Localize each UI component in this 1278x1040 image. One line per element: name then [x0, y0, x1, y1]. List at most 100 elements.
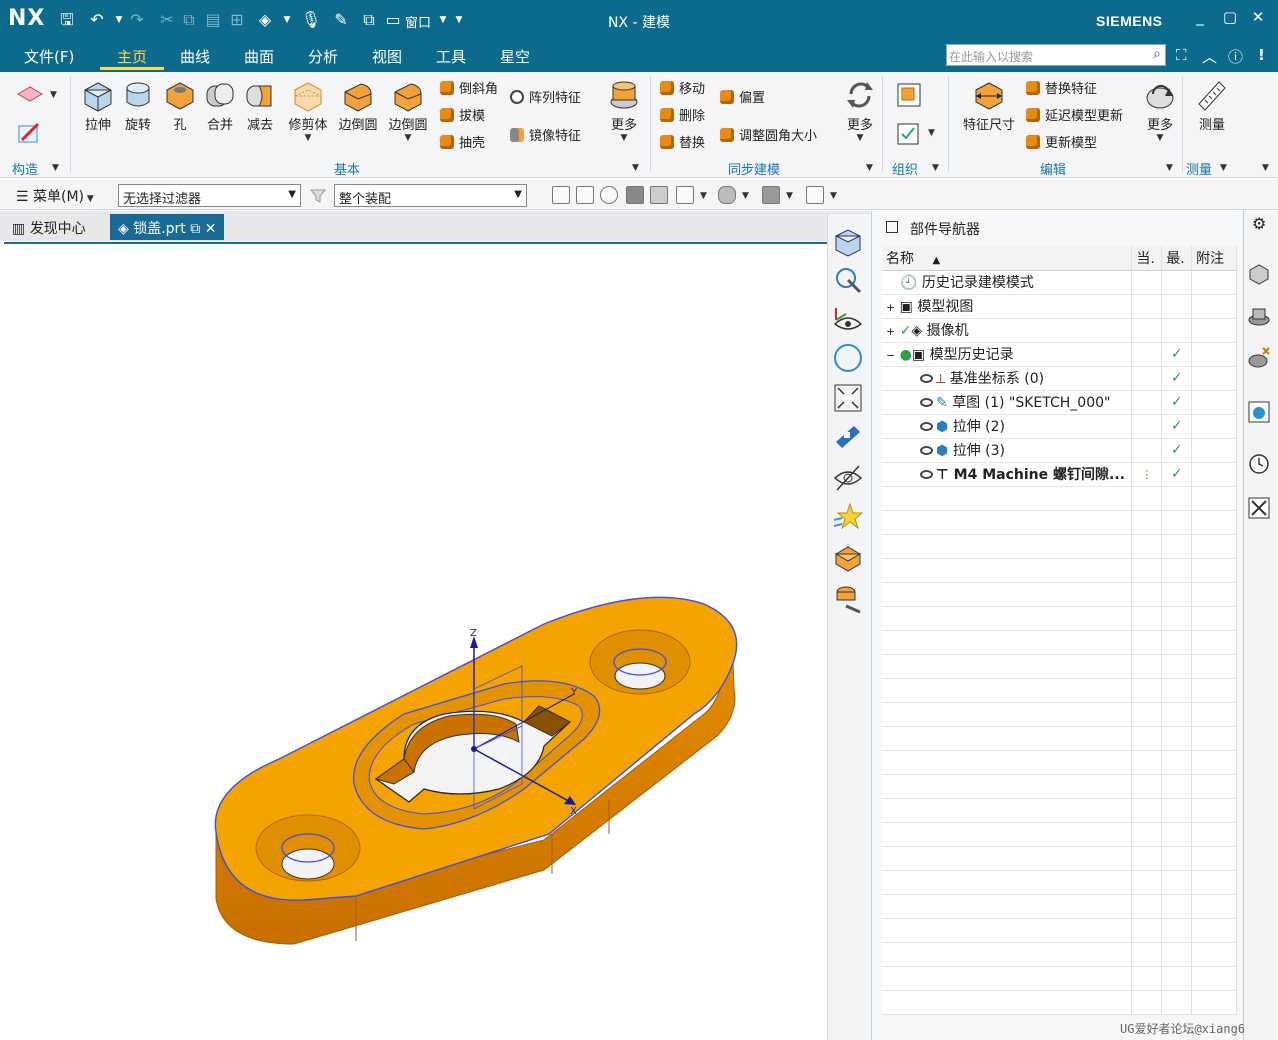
- tree-row-datum-csys[interactable]: ⟂ 基准坐标系 (0) ✓: [882, 366, 1237, 391]
- visibility-eye-icon[interactable]: [920, 470, 933, 479]
- render-style-icon[interactable]: [762, 186, 780, 204]
- graphics-window[interactable]: Z Y X: [4, 242, 827, 1040]
- sync-more-button[interactable]: 更多 ▼: [840, 78, 880, 143]
- tab-view[interactable]: 视图: [368, 46, 406, 70]
- menu-button[interactable]: ☰ 菜单(M) ▼: [16, 186, 94, 206]
- tree-row-cameras[interactable]: + ✓◈ 摄像机: [882, 318, 1237, 343]
- tab-close-icon[interactable]: ✕: [200, 221, 217, 237]
- edit-group-dropdown-icon[interactable]: ▼: [1166, 163, 1173, 173]
- edit-more-dropdown-icon[interactable]: ▼: [1140, 133, 1180, 143]
- tree-row-screw-hole[interactable]: ⊤ M4 Machine 螺钉间隙... ⋮ ✓: [882, 462, 1237, 487]
- column-notes[interactable]: 附注: [1191, 246, 1237, 271]
- command-search-input[interactable]: 在此输入以搜索 ⌕: [946, 44, 1166, 66]
- feature-dimension-button[interactable]: 特征尺寸: [956, 78, 1022, 133]
- trim-body-button[interactable]: 修剪体 ▼: [286, 78, 330, 143]
- sync-group-dropdown-icon[interactable]: ▼: [866, 163, 873, 173]
- minimize-icon[interactable]: _: [1190, 8, 1210, 26]
- edit-more-button[interactable]: 更多 ▼: [1140, 78, 1180, 143]
- delay-update-button[interactable]: 延迟模型更新: [1026, 105, 1123, 124]
- measure-button[interactable]: 测量: [1192, 78, 1232, 133]
- update-model-button[interactable]: 更新模型: [1026, 132, 1097, 151]
- expand-icon[interactable]: +: [886, 325, 895, 338]
- show-hide-icon[interactable]: [806, 186, 824, 204]
- select-between-icon[interactable]: [576, 186, 594, 204]
- column-latest[interactable]: 最.: [1161, 246, 1193, 271]
- navigator-pin-checkbox[interactable]: [886, 221, 898, 233]
- part-navigator-icon[interactable]: [1247, 262, 1271, 286]
- tree-row-extrude-2[interactable]: ⬢ 拉伸 (2) ✓: [882, 414, 1237, 439]
- assembly-icon[interactable]: [832, 542, 864, 574]
- feature-group-dropdown-icon[interactable]: ▼: [928, 128, 935, 138]
- tab-file[interactable]: 文件(F): [20, 46, 78, 70]
- web-browser-icon[interactable]: [1247, 400, 1271, 424]
- alert-icon[interactable]: !: [1258, 46, 1265, 64]
- measure-group-dropdown-icon[interactable]: ▼: [1220, 163, 1227, 173]
- shell-button[interactable]: 抽壳: [440, 132, 485, 151]
- snap-point-dropdown-icon[interactable]: ▼: [742, 191, 749, 201]
- tab-surface[interactable]: 曲面: [240, 46, 278, 70]
- revolve-button[interactable]: 旋转: [118, 78, 158, 133]
- replace-face-button[interactable]: 替换: [660, 132, 705, 151]
- hide-icon[interactable]: [832, 462, 864, 494]
- filter-funnel-icon[interactable]: [310, 188, 326, 204]
- unite-button[interactable]: 合并: [200, 78, 240, 133]
- tree-row-model-views[interactable]: + ▣ 模型视图: [882, 294, 1237, 319]
- restore-icon[interactable]: ▢: [1220, 8, 1240, 26]
- collapse-ribbon-icon[interactable]: ︿: [1202, 46, 1217, 67]
- construct-group-dropdown-icon[interactable]: ▼: [52, 163, 59, 173]
- tree-row-model-history[interactable]: − ●▣ 模型历史记录 ✓: [882, 342, 1237, 367]
- sketch-view-icon[interactable]: [832, 264, 864, 296]
- history-icon[interactable]: [1247, 452, 1271, 476]
- column-name[interactable]: 名称 ▲: [882, 246, 1133, 271]
- fullscreen-icon[interactable]: ⛶: [1176, 46, 1187, 64]
- trim-body-dropdown-icon[interactable]: ▼: [286, 133, 330, 143]
- hole-button[interactable]: 孔: [160, 78, 200, 133]
- view-orientation-icon[interactable]: [832, 226, 864, 258]
- circle-view-icon[interactable]: [832, 342, 864, 374]
- expand-icon[interactable]: +: [886, 301, 895, 314]
- sync-more-dropdown-icon[interactable]: ▼: [840, 133, 880, 143]
- delete-face-button[interactable]: 删除: [660, 105, 705, 124]
- gear-icon[interactable]: ⚙: [1252, 214, 1266, 233]
- extrude-button[interactable]: 拉伸: [78, 78, 118, 133]
- sheet-body-icon[interactable]: [650, 186, 668, 204]
- show-hide-view-icon[interactable]: [832, 304, 864, 336]
- offset-region-button[interactable]: 偏置: [720, 87, 765, 106]
- assembly-navigator-icon[interactable]: [1247, 304, 1271, 328]
- sketch-icon[interactable]: [16, 120, 44, 146]
- visibility-eye-icon[interactable]: [920, 398, 933, 407]
- datum-plane-icon[interactable]: [16, 84, 44, 104]
- tab-analysis[interactable]: 分析: [304, 46, 342, 70]
- type-filter-select[interactable]: 无选择过滤器 ▼: [118, 184, 301, 207]
- tree-row-history-mode[interactable]: 🕘 历史记录建模模式: [882, 270, 1237, 295]
- mirror-feature-button[interactable]: 镜像特征: [510, 125, 581, 144]
- collapse-icon[interactable]: −: [886, 349, 895, 362]
- assembly-scope-select[interactable]: 整个装配 ▼: [334, 184, 527, 207]
- tree-row-sketch[interactable]: ✎ 草图 (1) "SKETCH_000" ✓: [882, 390, 1237, 415]
- solid-body-icon[interactable]: [626, 186, 644, 204]
- show-hide-dropdown-icon[interactable]: ▼: [830, 191, 837, 201]
- group-feature-icon[interactable]: [896, 82, 922, 108]
- move-face-button[interactable]: 移动: [660, 78, 705, 97]
- edge-blend-button[interactable]: 边倒圆: [336, 78, 380, 133]
- basic-more-dropdown-icon[interactable]: ▼: [604, 133, 644, 143]
- close-icon[interactable]: ✕: [1248, 8, 1268, 26]
- basic-group-dropdown-icon[interactable]: ▼: [632, 163, 639, 173]
- zoom-fit-icon[interactable]: [676, 186, 694, 204]
- tab-discovery-center[interactable]: ▥ 发现中心: [4, 214, 94, 240]
- fit-view-icon[interactable]: [832, 382, 864, 414]
- render-style-dropdown-icon[interactable]: ▼: [786, 191, 793, 201]
- tab-tools[interactable]: 工具: [432, 46, 470, 70]
- part-model[interactable]: Z Y X: [4, 244, 827, 1040]
- help-icon[interactable]: ⓘ: [1228, 46, 1243, 67]
- chamfer-button[interactable]: 倒斜角: [440, 78, 498, 97]
- feature-group-icon[interactable]: [896, 122, 922, 146]
- column-current[interactable]: 当.: [1131, 246, 1163, 271]
- tree-row-extrude-3[interactable]: ⬢ 拉伸 (3) ✓: [882, 438, 1237, 463]
- visibility-eye-icon[interactable]: [920, 422, 933, 431]
- ribbon-options-dropdown-icon[interactable]: ▼: [1262, 163, 1269, 173]
- roles-icon[interactable]: [1247, 496, 1271, 520]
- edge-blend-dropdown-icon[interactable]: ▼: [386, 133, 430, 143]
- highlight-icon[interactable]: [832, 502, 864, 534]
- pattern-feature-button[interactable]: 阵列特征: [510, 87, 581, 106]
